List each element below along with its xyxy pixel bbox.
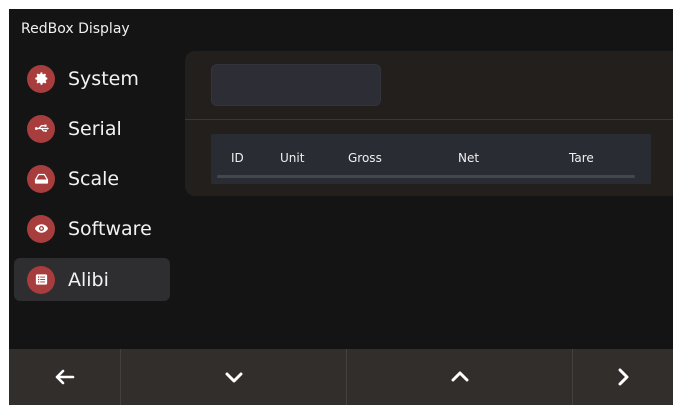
sidebar-item-label: Software [68,217,152,240]
chevron-down-icon [225,372,242,383]
sidebar-item-alibi[interactable]: Alibi [14,258,170,301]
sidebar-item-label: System [68,67,139,90]
alibi-table: ID Unit Gross Net Tare [211,134,651,184]
alibi-panel: ID Unit Gross Net Tare [185,51,673,196]
sidebar-item-software[interactable]: Software [14,207,170,250]
usb-icon [27,114,55,143]
column-header-unit: Unit [280,151,305,165]
column-header-tare: Tare [569,151,594,165]
sidebar-item-scale[interactable]: Scale [14,157,170,200]
arrow-left-icon [55,369,74,385]
scale-icon [27,164,55,193]
table-scrollbar[interactable] [217,175,635,178]
chevron-up-icon [451,371,468,382]
footer-nav [9,349,673,405]
sidebar-item-label: Alibi [68,268,109,291]
divider [185,119,673,120]
chevron-right-icon [618,368,629,386]
column-header-gross: Gross [348,151,382,165]
back-button[interactable] [9,349,120,405]
scroll-down-button[interactable] [121,349,346,405]
sidebar-item-serial[interactable]: Serial [14,107,170,150]
scroll-up-button[interactable] [347,349,572,405]
eye-icon [27,214,55,243]
sidebar-item-label: Scale [68,167,120,190]
sidebar-item-label: Serial [68,117,122,140]
list-icon [27,265,55,294]
search-input[interactable] [211,64,381,106]
gear-icon [27,64,55,93]
next-button[interactable] [573,349,673,405]
column-header-net: Net [458,151,480,165]
device-screen: RedBox Display System Serial Scale Softw… [9,9,673,405]
sidebar-item-system[interactable]: System [14,57,170,100]
app-title: RedBox Display [21,21,130,37]
column-header-id: ID [231,151,244,165]
